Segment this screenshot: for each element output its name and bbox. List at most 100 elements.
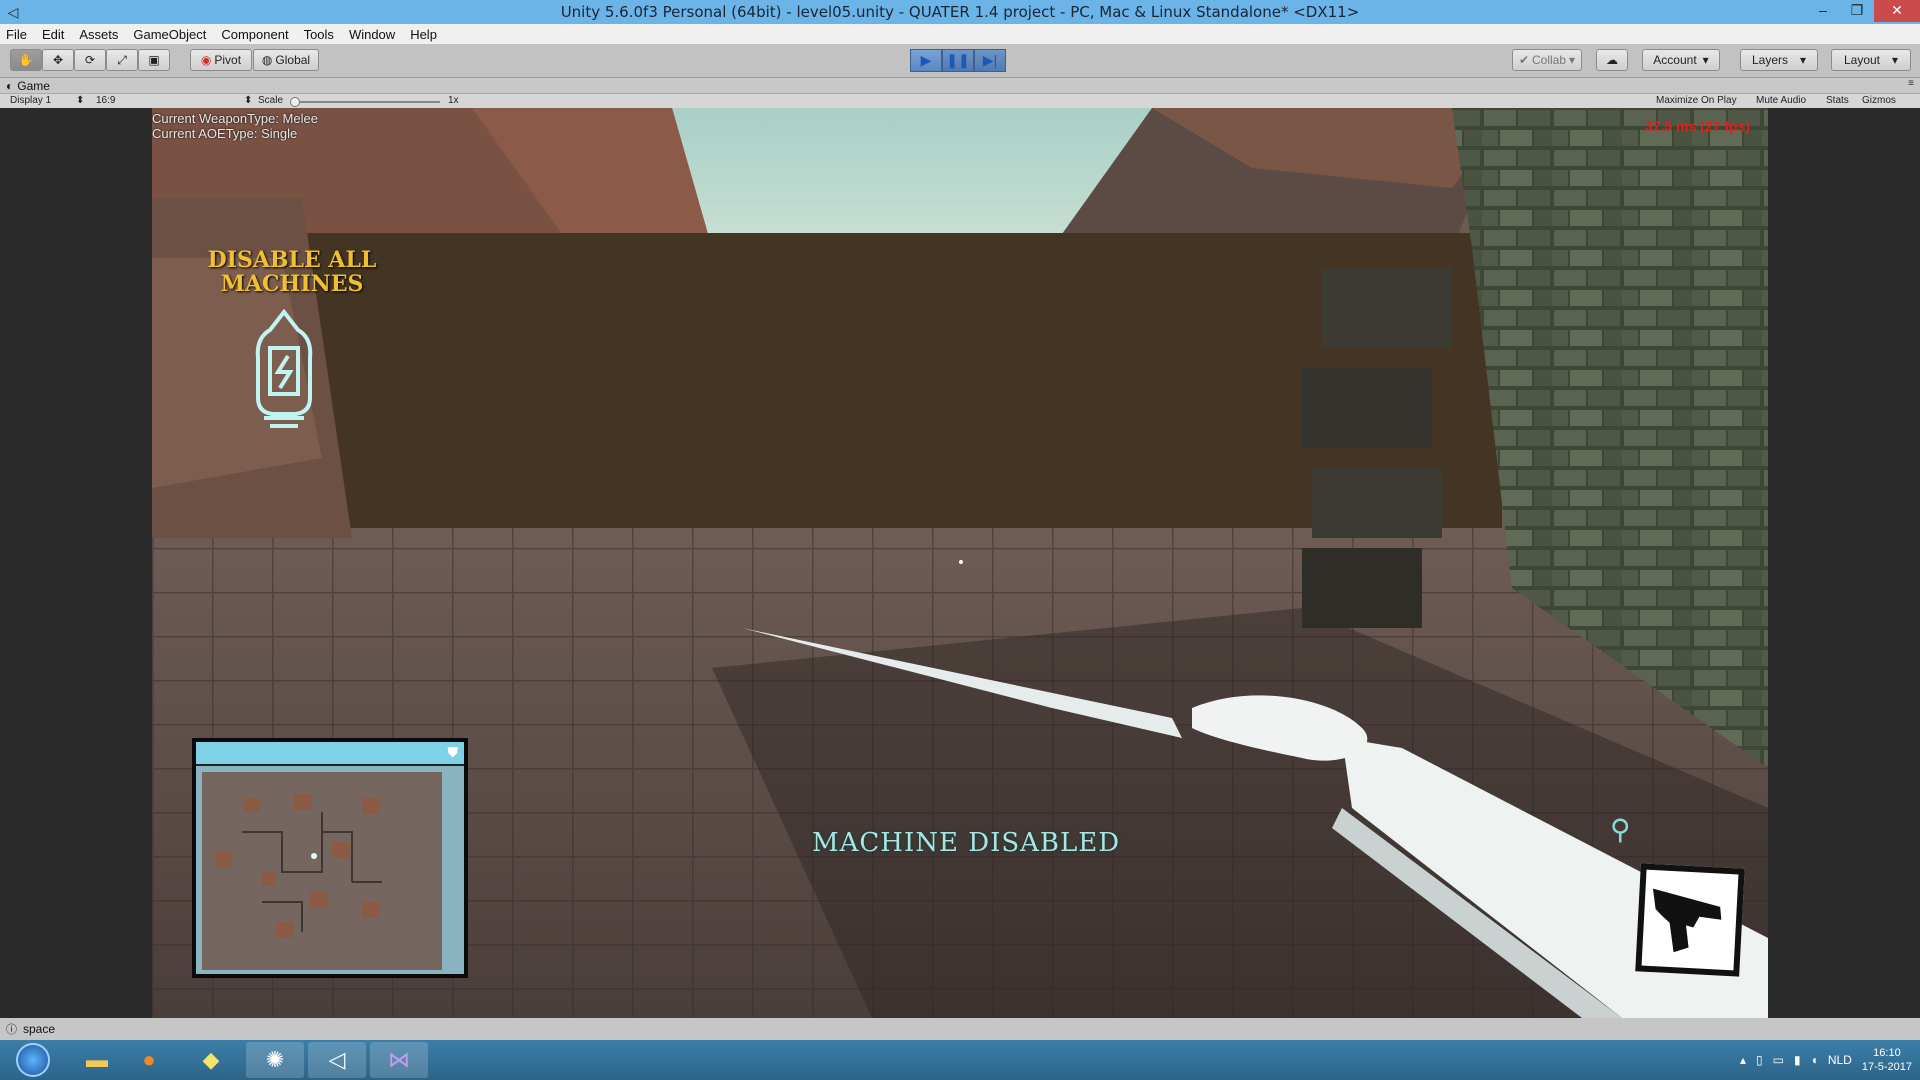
cloud-icon: ☁	[1606, 53, 1618, 67]
lightbulb-battery-icon	[255, 308, 313, 428]
clock[interactable]: 16:10 17-5-2017	[1862, 1046, 1912, 1074]
pivot-label: Pivot	[214, 53, 242, 67]
check-icon: ✔	[1518, 53, 1529, 67]
toolbar: ✋ ✥ ⟳ ⤢ ▣ ◉ Pivot ◍ Global ▶ ❚❚ ▶| ✔ Col…	[0, 44, 1920, 78]
game-view-toolbar: Display 1 ⬍ 16:9 ⬍ Scale 1x Maximize On …	[0, 93, 1920, 108]
chevron-down-icon: ▾	[1800, 53, 1807, 67]
hand-icon: ✋	[18, 53, 34, 67]
machine-disabled-message: MACHINE DISABLED	[812, 828, 1121, 858]
viewport-letterbox-right	[1768, 108, 1920, 1018]
pivot-icon: ◉	[200, 53, 212, 67]
firefox-icon: ●	[142, 1047, 156, 1072]
mute-audio-toggle[interactable]: Mute Audio	[1756, 95, 1806, 106]
display-select[interactable]: Display 1	[10, 95, 51, 106]
collab-label: Collab	[1532, 53, 1567, 67]
rotate-tool-button[interactable]: ⟳	[74, 49, 106, 71]
status-message: space	[23, 1022, 56, 1036]
info-icon: ⓘ	[6, 1024, 17, 1036]
visual-studio-icon: ⋈	[388, 1047, 410, 1072]
pivot-toggle[interactable]: ◉ Pivot	[190, 49, 252, 71]
layers-label: Layers	[1751, 53, 1788, 67]
move-tool-button[interactable]: ✥	[42, 49, 74, 71]
aspect-select[interactable]: 16:9	[96, 95, 115, 106]
window-controls: – ❐ ✕	[1806, 0, 1920, 24]
weapon-type-label: Current WeaponType: Melee	[152, 111, 318, 126]
display-icon[interactable]: ▭	[1773, 1053, 1784, 1067]
close-button[interactable]: ✕	[1874, 0, 1920, 22]
chevron-down-icon: ▾	[1702, 53, 1709, 67]
stats-toggle[interactable]: Stats	[1826, 95, 1849, 106]
collab-dropdown[interactable]: ✔ Collab ▾	[1512, 49, 1582, 71]
scale-label: Scale	[258, 95, 284, 106]
rect-icon: ▣	[148, 53, 160, 67]
game-viewport[interactable]: Current WeaponType: Melee Current AOETyp…	[152, 108, 1768, 1018]
scale-value: 1x	[448, 95, 459, 106]
step-icon: ▶|	[982, 52, 998, 68]
network-icon[interactable]: ▮	[1794, 1053, 1801, 1067]
chevron-down-icon: ▾	[1892, 53, 1899, 67]
taskbar-app[interactable]: ✺	[246, 1042, 304, 1078]
scale-slider-handle[interactable]	[290, 97, 300, 107]
maximize-on-play-toggle[interactable]: Maximize On Play	[1656, 95, 1737, 106]
title-bar: ◁ Unity 5.6.0f3 Personal (64bit) - level…	[0, 0, 1920, 24]
account-dropdown[interactable]: Account ▾	[1642, 49, 1720, 71]
taskbar-notes[interactable]: ◆	[182, 1042, 240, 1078]
play-button[interactable]: ▶	[910, 49, 942, 72]
folder-icon: ▬	[86, 1047, 108, 1072]
chevron-down-icon: ▾	[1569, 53, 1576, 67]
menu-component[interactable]: Component	[221, 27, 288, 42]
tray-expand-icon[interactable]: ▴	[1740, 1053, 1746, 1067]
cloud-button[interactable]: ☁	[1596, 49, 1628, 71]
unity-icon: ◁	[7, 4, 19, 20]
game-view-header: ◐ Game ≡ Display 1 ⬍ 16:9 ⬍ Scale 1x Max…	[0, 78, 1920, 108]
menu-tools[interactable]: Tools	[304, 27, 334, 42]
fps-counter: 37.5 ms (27 fps)	[1644, 118, 1750, 134]
minimap-map	[202, 772, 442, 970]
gizmos-dropdown[interactable]: Gizmos	[1862, 95, 1896, 106]
layers-dropdown[interactable]: Layers ▾	[1740, 49, 1818, 71]
menu-bar: File Edit Assets GameObject Component To…	[0, 24, 1920, 44]
menu-help[interactable]: Help	[410, 27, 437, 42]
status-bar: ⓘ space	[0, 1018, 1920, 1040]
hand-tool-button[interactable]: ✋	[10, 49, 42, 71]
tab-menu-icon[interactable]: ≡	[1908, 78, 1914, 89]
tab-game[interactable]: ◐ Game	[6, 78, 50, 93]
menu-gameobject[interactable]: GameObject	[133, 27, 206, 42]
global-label: Global	[275, 53, 311, 67]
pause-button[interactable]: ❚❚	[942, 49, 974, 72]
start-button[interactable]	[4, 1042, 62, 1078]
language-indicator[interactable]: NLD	[1828, 1053, 1852, 1067]
game-tab-icon: ◐	[6, 78, 14, 93]
chevron-down-icon: ⬍	[244, 95, 253, 106]
account-label: Account	[1653, 53, 1697, 67]
taskbar-firefox[interactable]: ●	[120, 1042, 178, 1078]
crosshair	[959, 560, 963, 564]
move-icon: ✥	[52, 53, 64, 67]
unity-editor-window: ◁ Unity 5.6.0f3 Personal (64bit) - level…	[0, 0, 1920, 1080]
taskbar-visual-studio[interactable]: ⋈	[370, 1042, 428, 1078]
step-button[interactable]: ▶|	[974, 49, 1006, 72]
scale-slider-track[interactable]	[294, 101, 440, 103]
taskbar-explorer[interactable]: ▬	[68, 1042, 126, 1078]
rect-tool-button[interactable]: ▣	[138, 49, 170, 71]
layout-dropdown[interactable]: Layout ▾	[1831, 49, 1911, 71]
restore-button[interactable]: ❐	[1840, 0, 1874, 22]
scale-tool-button[interactable]: ⤢	[106, 49, 138, 71]
menu-assets[interactable]: Assets	[79, 27, 118, 42]
playback-controls: ▶ ❚❚ ▶|	[910, 49, 1006, 72]
taskbar-unity[interactable]: ◁	[308, 1042, 366, 1078]
menu-window[interactable]: Window	[349, 27, 395, 42]
menu-edit[interactable]: Edit	[42, 27, 64, 42]
weapon-slot	[1635, 863, 1745, 977]
key-icon: ⚲	[1610, 814, 1631, 845]
global-toggle[interactable]: ◍ Global	[253, 49, 319, 71]
aoe-type-label: Current AOEType: Single	[152, 126, 298, 141]
device-icon[interactable]: ▯	[1756, 1053, 1763, 1067]
unity-logo-icon: ◁	[328, 1047, 346, 1072]
volume-icon[interactable]: ◖	[1811, 1053, 1818, 1067]
menu-file[interactable]: File	[6, 27, 27, 42]
system-tray: ▴ ▯ ▭ ▮ ◖ NLD 16:10 17-5-2017	[1740, 1040, 1912, 1080]
minimize-button[interactable]: –	[1806, 0, 1840, 22]
viewport-letterbox-left	[0, 108, 152, 1018]
pistol-icon	[1652, 888, 1722, 953]
